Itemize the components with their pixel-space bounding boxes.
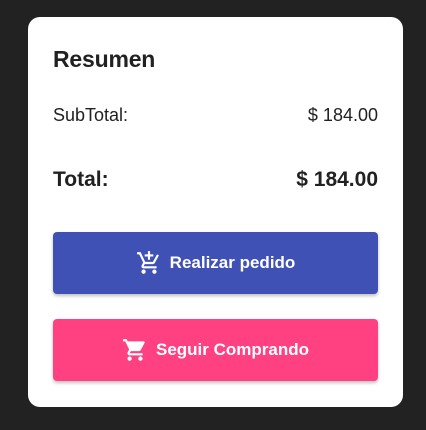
total-row: Total: $ 184.00	[53, 168, 378, 192]
subtotal-value: $ 184.00	[307, 105, 378, 125]
summary-title: Resumen	[53, 46, 156, 72]
shopping-cart-icon	[122, 337, 148, 363]
subtotal-label: SubTotal:	[53, 105, 129, 125]
total-value: $ 184.00	[296, 168, 378, 191]
subtotal-row: SubTotal: $ 184.00	[53, 105, 378, 126]
place-order-button[interactable]: Realizar pedido	[53, 232, 378, 294]
summary-card: Resumen SubTotal: $ 184.00 Total: $ 184.…	[28, 17, 403, 407]
add-shopping-cart-icon	[136, 250, 162, 276]
continue-shopping-label: Seguir Comprando	[155, 340, 309, 359]
continue-shopping-button[interactable]: Seguir Comprando	[53, 319, 378, 381]
total-label: Total:	[53, 168, 109, 191]
place-order-label: Realizar pedido	[169, 253, 296, 272]
